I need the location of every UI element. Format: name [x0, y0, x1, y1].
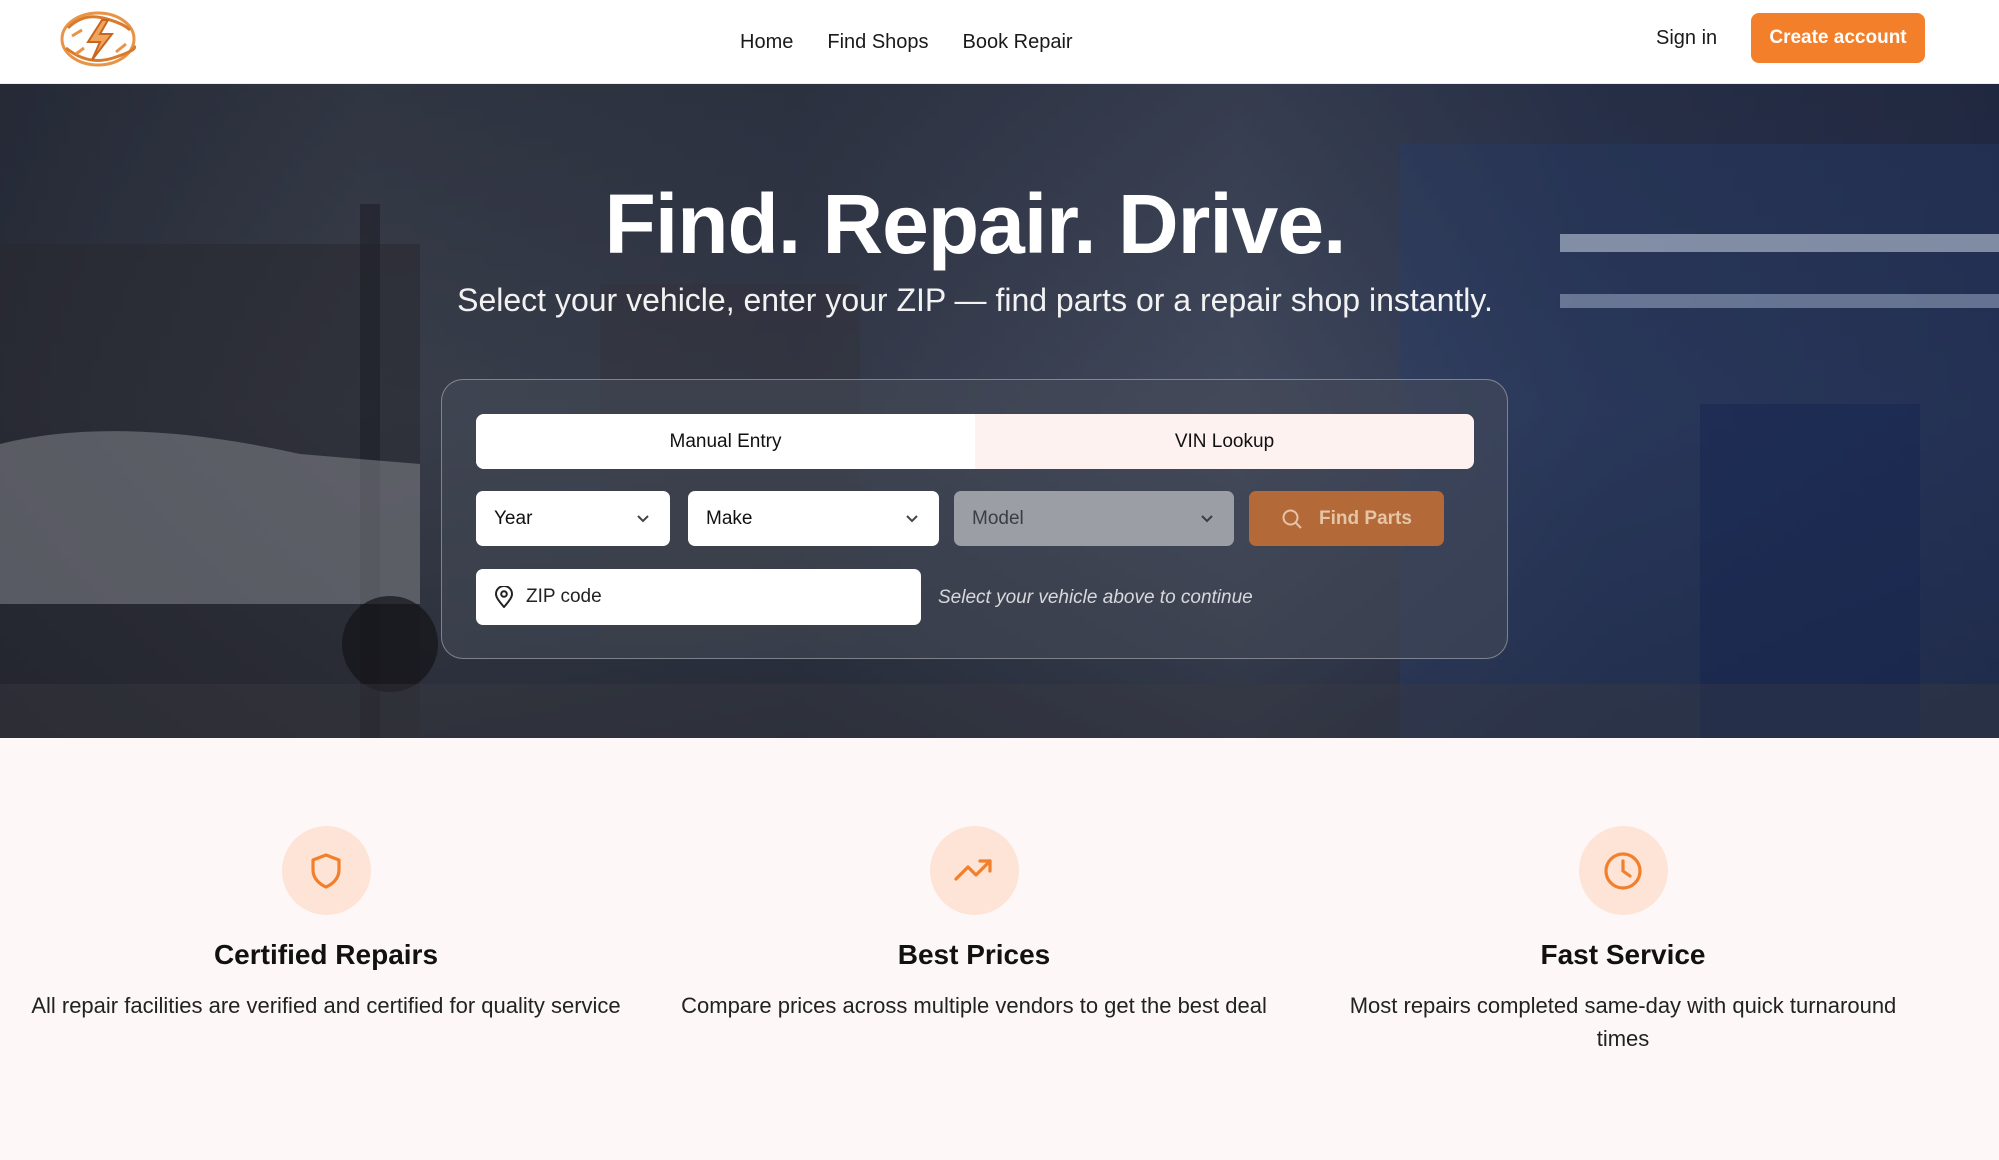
search-tabs: Manual Entry VIN Lookup — [476, 414, 1474, 469]
find-parts-button[interactable]: Find Parts — [1249, 491, 1444, 546]
feature-best-prices: Best Prices Compare prices across multip… — [664, 826, 1284, 1022]
make-select[interactable]: Make — [688, 491, 939, 546]
tab-vin-lookup[interactable]: VIN Lookup — [975, 414, 1474, 469]
map-pin-icon — [494, 586, 514, 608]
feature-text: Most repairs completed same-day with qui… — [1349, 993, 1897, 1051]
hero-section: Find. Repair. Drive. Select your vehicle… — [0, 84, 1999, 738]
zip-code-input[interactable]: ZIP code — [476, 569, 921, 625]
main-nav: Home Find Shops Book Repair — [740, 0, 1073, 84]
feature-title: Certified Repairs — [213, 939, 439, 970]
feature-text: Compare prices across multiple vendors t… — [681, 993, 1267, 1018]
top-header: Home Find Shops Book Repair Sign in Crea… — [0, 0, 1999, 84]
hint-text: Select your vehicle above to continue — [938, 587, 1253, 608]
nav-find-shops[interactable]: Find Shops — [827, 31, 928, 54]
feature-icon-circle — [1578, 826, 1668, 915]
feature-title: Best Prices — [897, 939, 1051, 970]
make-select-value: Make — [706, 507, 753, 529]
trending-up-icon — [954, 858, 992, 881]
shield-icon — [311, 852, 341, 889]
feature-text: All repair facilities are verified and c… — [31, 993, 621, 1018]
feature-icon-circle — [281, 826, 371, 915]
create-account-button[interactable]: Create account — [1751, 13, 1925, 63]
model-select[interactable]: Model — [954, 491, 1234, 546]
feature-title: Fast Service — [1540, 939, 1706, 970]
model-select-value: Model — [972, 507, 1024, 529]
vehicle-search-card: Manual Entry VIN Lookup Year Make Model … — [441, 379, 1508, 659]
feature-icon-circle — [929, 826, 1019, 915]
chevron-down-icon — [637, 515, 649, 523]
year-select-value: Year — [494, 507, 533, 529]
nav-home[interactable]: Home — [740, 31, 793, 54]
feature-certified-repairs: Certified Repairs All repair facilities … — [16, 826, 636, 1022]
nav-book-repair[interactable]: Book Repair — [963, 31, 1073, 54]
tab-manual-entry[interactable]: Manual Entry — [476, 414, 975, 469]
search-icon — [1282, 509, 1302, 529]
hero-subtitle: Select your vehicle, enter your ZIP — fi… — [457, 282, 1493, 318]
zip-code-placeholder: ZIP code — [526, 586, 602, 607]
logo-icon[interactable] — [58, 8, 138, 70]
year-select[interactable]: Year — [476, 491, 670, 546]
clock-icon — [1604, 851, 1642, 890]
hero-title: Find. Repair. Drive. — [604, 177, 1347, 271]
feature-fast-service: Fast Service Most repairs completed same… — [1313, 826, 1933, 1055]
chevron-down-icon — [1201, 515, 1213, 523]
sign-in-link[interactable]: Sign in — [1656, 27, 1717, 50]
find-parts-label: Find Parts — [1319, 507, 1412, 529]
chevron-down-icon — [906, 515, 918, 523]
